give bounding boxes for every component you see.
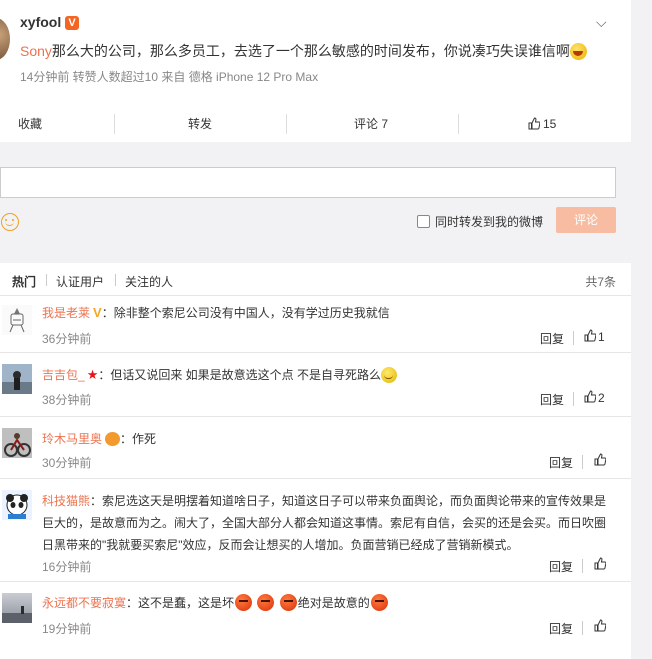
comment-text-tail: 绝对是故意的 [297,596,370,610]
divider [582,621,583,635]
divider [573,331,574,345]
comment-item: 玲木马里奥 ：作死 30分钟前 回复 [0,419,631,477]
comment-button[interactable]: 评论 7 [354,106,388,142]
like-icon[interactable] [594,557,606,570]
submit-comment-button[interactable]: 评论 [556,207,616,233]
divider [0,478,631,479]
action-bar: 收藏 转发 评论 7 15 [0,106,631,142]
comment-text: ：这不是蠢，这是坏 [126,596,235,610]
angry-emoji-icon [235,594,253,611]
verified-badge-icon: V [65,16,79,30]
comment-time: 30分钟前 [42,456,92,470]
like-count[interactable]: 15 [543,106,556,142]
chevron-down-icon[interactable]: ⌵ [596,14,607,31]
reply-button[interactable]: 回复 [549,620,573,637]
comment-input[interactable] [0,167,616,198]
forward-label: 同时转发到我的微博 [435,215,544,229]
comment-body: 我是老莱 V：除非整个索尼公司没有中国人，没有学过历史我就信 [42,302,617,324]
comment-body: 永远都不要寂寞：这不是蠢，这是坏 绝对是故意的 [42,592,617,614]
fox-badge-icon [105,432,121,446]
post-content-highlight[interactable]: Sony [20,43,52,59]
divider [0,581,631,582]
comment-time: 38分钟前 [42,393,92,407]
divider [0,352,631,353]
divider [0,416,631,417]
like-icon[interactable] [584,329,596,342]
commenter-avatar[interactable] [2,364,32,394]
repost-button[interactable]: 转发 [188,106,212,142]
like-count[interactable]: 2 [598,391,605,405]
like-count[interactable]: 1 [598,330,605,344]
comment-list: 热门 认证用户 关注的人 共7条 我是老莱 V：除非整个索尼公司没有中国人，没有学… [0,263,631,659]
commenter-name[interactable]: 我是老莱 [42,306,90,320]
comment-text: ：除非整个索尼公司没有中国人，没有学过历史我就信 [101,306,390,320]
author-name[interactable]: xyfool [20,14,61,30]
author-avatar[interactable] [0,18,10,60]
comment-body: 科技猫熊：索尼选这天是明摆着知道啥日子，知道这日子可以带来负面舆论，而负面舆论带… [42,490,617,556]
comment-item: 永远都不要寂寞：这不是蠢，这是坏 绝对是故意的 19分钟前 回复 [0,584,631,644]
comment-tabs: 热门 认证用户 关注的人 共7条 [0,263,631,295]
comment-time: 36分钟前 [42,332,92,346]
favorite-button[interactable]: 收藏 [18,106,42,142]
comment-body: 吉吉包_ ★：但话又说回来 如果是故意选这个点 不是自寻死路么 [42,364,617,386]
reply-button[interactable]: 回复 [549,454,573,471]
comment-text: ：作死 [120,432,157,446]
comment-body: 玲木马里奥 ：作死 [42,428,617,450]
commenter-name[interactable]: 科技猫熊 [42,494,90,508]
post-content-text: 那么大的公司，那么多员工，去选了一个那么敏感的时间发布，你说凑巧失误谁信啊 [51,43,570,59]
divider [0,295,631,296]
comment-item: 吉吉包_ ★：但话又说回来 如果是故意选这个点 不是自寻死路么 38分钟前 回复 … [0,355,631,415]
angry-emoji-icon [257,594,275,611]
tab-divider [46,274,47,286]
action-divider [114,114,115,134]
post-meta: 14分钟前 转赞人数超过10 来自 德格 iPhone 12 Pro Max [20,70,319,84]
post-card: xyfool V ⌵ Sony那么大的公司，那么多员工，去选了一个那么敏感的时间… [0,0,631,106]
laugh-emoji-icon [569,43,587,60]
commenter-avatar[interactable] [2,490,32,520]
commenter-name[interactable]: 吉吉包_ [42,368,85,382]
divider [573,392,574,406]
reply-button[interactable]: 回复 [540,330,564,347]
angry-emoji-icon [279,594,297,611]
like-icon[interactable] [528,117,540,130]
commenter-name[interactable]: 玲木马里奥 [42,432,102,446]
action-divider [286,114,287,134]
comment-item: 我是老莱 V：除非整个索尼公司没有中国人，没有学过历史我就信 36分钟前 回复 1 [0,297,631,349]
tab-divider [115,274,116,286]
reply-button[interactable]: 回复 [540,391,564,408]
comment-time: 19分钟前 [42,622,92,636]
commenter-avatar[interactable] [2,593,32,623]
divider [582,559,583,573]
like-icon[interactable] [594,619,606,632]
angry-emoji-icon [370,594,388,611]
action-divider [458,114,459,134]
smile-emoji-icon [381,367,398,383]
forward-checkbox[interactable] [417,215,430,228]
emoji-picker-icon[interactable] [1,213,19,231]
gold-v-badge-icon: V [93,305,102,320]
like-icon[interactable] [594,453,606,466]
like-icon[interactable] [584,390,596,403]
comment-time: 16分钟前 [42,560,92,574]
tab-following[interactable]: 关注的人 [125,273,173,290]
post-content: Sony那么大的公司，那么多员工，去选了一个那么敏感的时间发布，你说凑巧失误谁信… [20,41,587,61]
comment-text: ：但话又说回来 如果是故意选这个点 不是自寻死路么 [98,368,382,382]
star-badge-icon: ★ [86,367,99,382]
tab-verified[interactable]: 认证用户 [56,273,104,290]
divider [582,455,583,469]
reply-button[interactable]: 回复 [549,558,573,575]
tab-hot[interactable]: 热门 [12,273,36,290]
commenter-name[interactable]: 永远都不要寂寞 [42,596,126,610]
commenter-avatar[interactable] [2,305,32,335]
comment-item: 科技猫熊：索尼选这天是明摆着知道啥日子，知道这日子可以带来负面舆论，而负面舆论带… [0,481,631,579]
comment-total: 共7条 [585,275,616,289]
comment-text: ：索尼选这天是明摆着知道啥日子，知道这日子可以带来负面舆论，而负面舆论带来的宣传… [42,494,607,552]
commenter-avatar[interactable] [2,428,32,458]
